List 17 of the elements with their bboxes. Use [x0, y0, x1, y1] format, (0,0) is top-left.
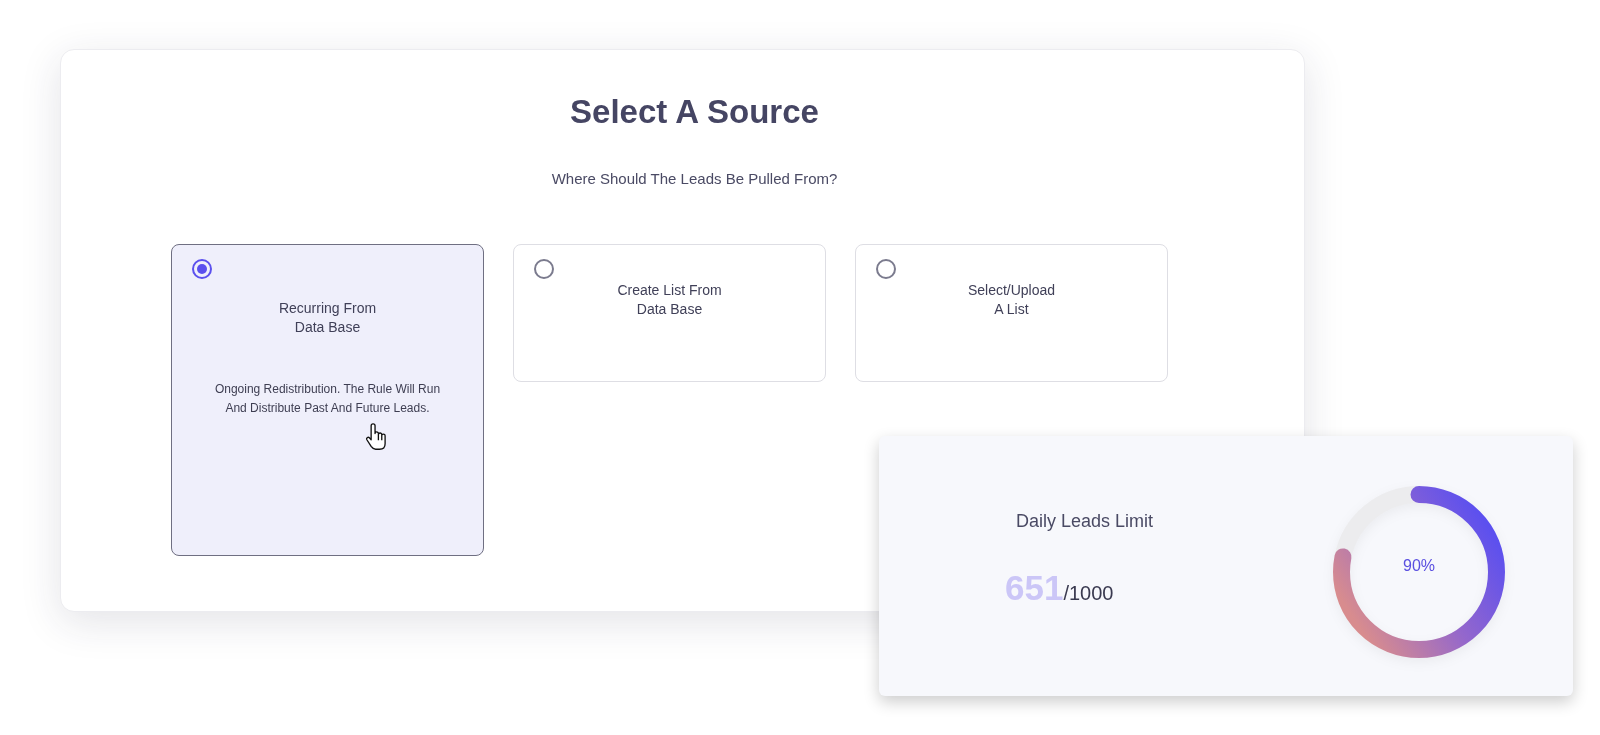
source-option-card[interactable]: Create List From Data Base	[513, 244, 826, 382]
used-count: 651	[1005, 568, 1064, 608]
option-description: Ongoing Redistribution. The Rule Will Run And Distribute Past And Future Leads.	[214, 381, 441, 417]
option-title: Recurring From Data Base	[278, 299, 377, 337]
hand-cursor-icon	[366, 423, 386, 450]
option-title: Create List From Data Base	[617, 281, 722, 319]
source-option-card[interactable]: Recurring From Data Base Ongoing Redistribution. The Rule Will Run And Distribute Past And Future Leads.	[171, 244, 484, 556]
limit-label: Daily Leads Limit	[1016, 510, 1154, 533]
radio-button[interactable]	[192, 259, 212, 279]
progress-percent: 90%	[1403, 557, 1435, 575]
option-title: Select/Upload A List	[967, 281, 1056, 319]
page-title: Select A Source	[570, 92, 819, 132]
page-subtitle: Where Should The Leads Be Pulled From?	[551, 169, 838, 189]
radio-button[interactable]	[876, 259, 896, 279]
radio-button[interactable]	[534, 259, 554, 279]
limit-total: /1000	[1063, 582, 1114, 605]
source-option-card[interactable]: Select/Upload A List	[855, 244, 1168, 382]
